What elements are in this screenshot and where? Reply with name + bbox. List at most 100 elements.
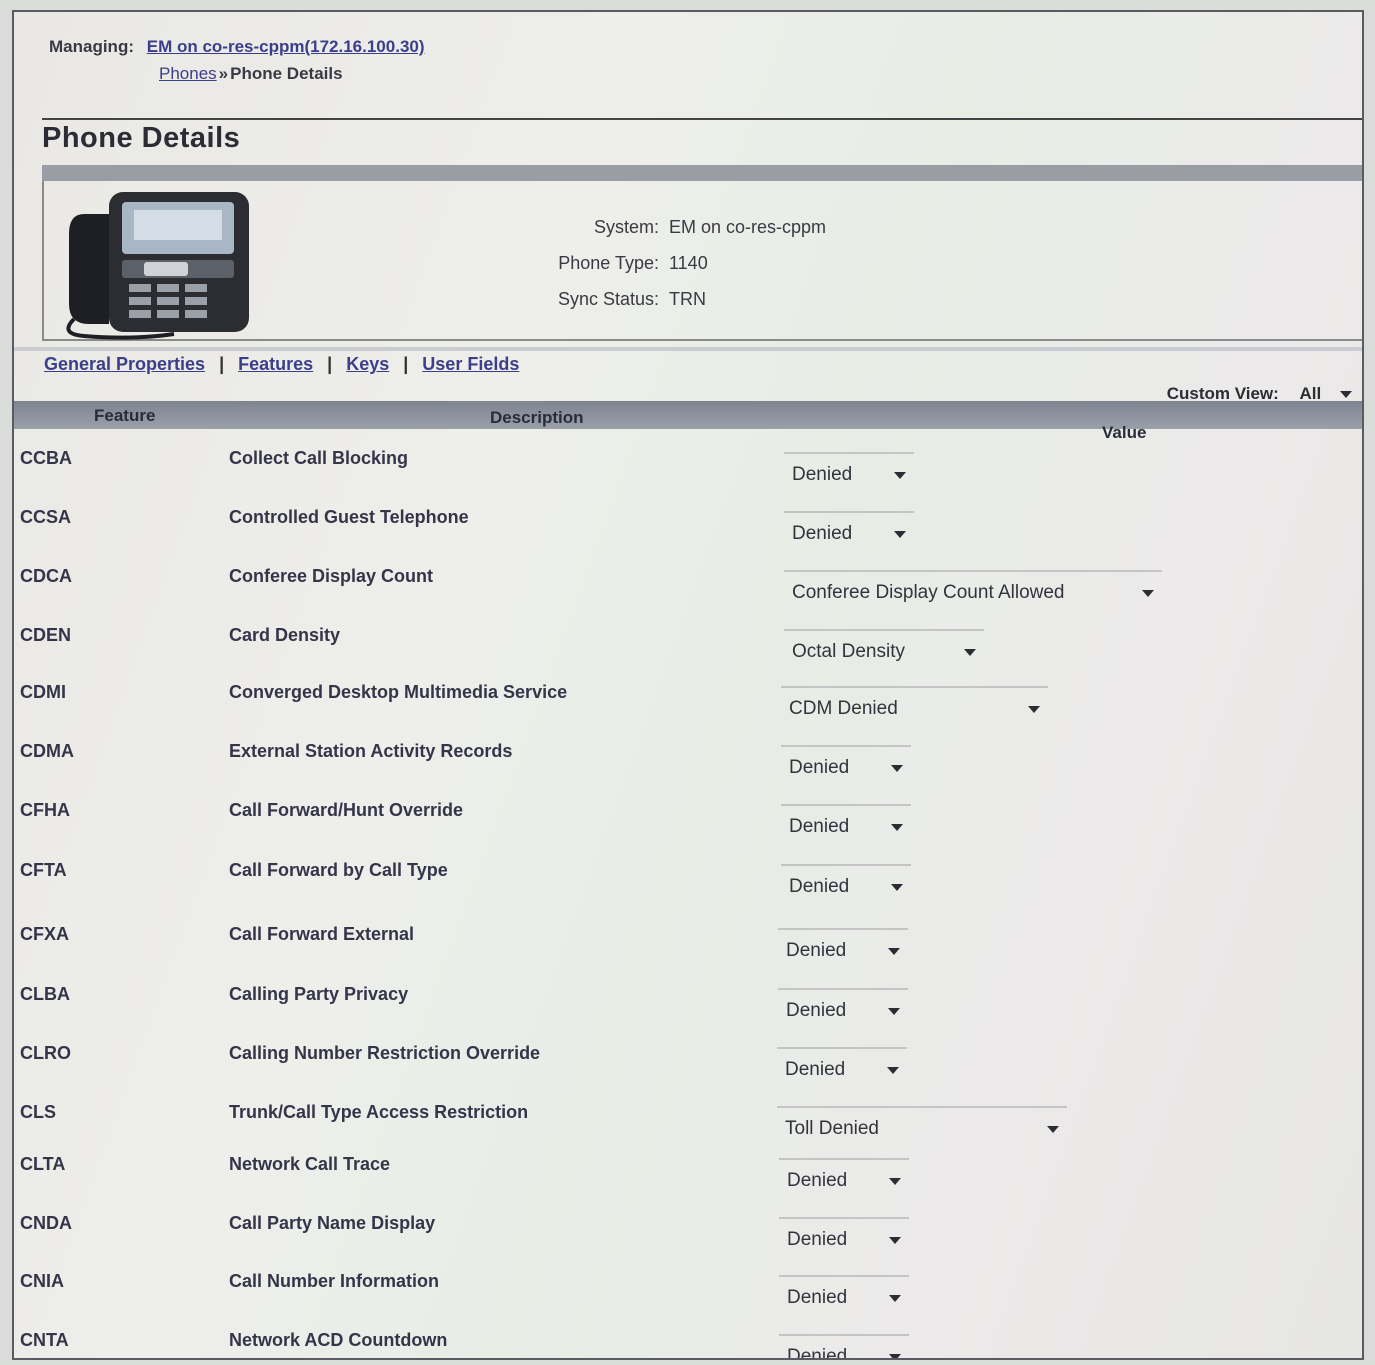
table-row: CLTA Network Call Trace Denied: [14, 1154, 1362, 1210]
chevron-down-icon: [1142, 590, 1154, 597]
sync-status-label: Sync Status:: [557, 289, 659, 309]
table-row: CCBA Collect Call Blocking Denied: [14, 448, 1362, 504]
chevron-down-icon: [891, 884, 903, 891]
feature-value: Denied: [789, 816, 850, 837]
feature-code: CLBA: [20, 984, 70, 1004]
feature-value: Denied: [787, 1170, 848, 1191]
feature-value-dropdown[interactable]: Denied: [779, 1334, 909, 1358]
table-row: CCSA Controlled Guest Telephone Denied: [14, 507, 1362, 563]
header-description: Description: [490, 408, 584, 427]
feature-value-dropdown[interactable]: Denied: [781, 804, 911, 838]
feature-value-dropdown[interactable]: Denied: [781, 864, 911, 898]
feature-value: Conferee Display Count Allowed: [792, 582, 1065, 603]
chevron-down-icon: [894, 531, 906, 538]
feature-value: Denied: [785, 1059, 846, 1080]
feature-value: Denied: [792, 464, 853, 485]
feature-description: Call Forward External: [229, 924, 415, 944]
feature-value: Denied: [792, 523, 853, 544]
table-row: CFTA Call Forward by Call Type Denied: [14, 860, 1362, 916]
chevron-down-icon: [889, 1178, 901, 1185]
feature-value-dropdown[interactable]: Denied: [784, 452, 914, 486]
sync-status-row: Sync Status: TRN: [499, 289, 706, 310]
table-row: CFHA Call Forward/Hunt Override Denied: [14, 800, 1362, 856]
tab-user-fields[interactable]: User Fields: [422, 354, 519, 374]
managing-line: Managing: EM on co-res-cppm(172.16.100.3…: [49, 37, 425, 57]
table-row: CDCA Conferee Display Count Conferee Displ…: [14, 566, 1362, 622]
managing-system-link[interactable]: EM on co-res-cppm(172.16.100.30): [147, 37, 425, 56]
feature-value: Octal Density: [792, 641, 905, 662]
feature-value: Toll Denied: [785, 1118, 879, 1139]
chevron-down-icon: [894, 472, 906, 479]
feature-value-dropdown[interactable]: Denied: [778, 928, 908, 962]
header-value: Value: [1102, 423, 1147, 442]
feature-description: Controlled Guest Telephone: [229, 507, 469, 527]
tab-keys[interactable]: Keys: [346, 354, 389, 374]
feature-code: CNIA: [20, 1271, 64, 1291]
table-row: CDEN Card Density Octal Density: [14, 625, 1362, 681]
breadcrumb-phones-link[interactable]: Phones: [159, 64, 217, 83]
feature-code: CDMI: [20, 682, 66, 702]
phone-type-label: Phone Type:: [558, 253, 659, 273]
system-row: System: EM on co-res-cppm: [499, 217, 826, 238]
feature-description: Network ACD Countdown: [229, 1330, 448, 1350]
feature-code: CLRO: [20, 1043, 71, 1063]
breadcrumb-separator: »: [218, 64, 229, 83]
feature-description: Card Density: [229, 625, 341, 645]
feature-code: CFHA: [20, 800, 70, 820]
phone-device-icon: [66, 192, 249, 340]
feature-value: Denied: [786, 1000, 847, 1021]
table-row: CNDA Call Party Name Display Denied: [14, 1213, 1362, 1269]
chevron-down-icon: [891, 824, 903, 831]
feature-value-dropdown[interactable]: Toll Denied: [777, 1106, 1067, 1140]
phone-type-row: Phone Type: 1140: [499, 253, 708, 274]
tab-general-properties[interactable]: General Properties: [44, 354, 205, 374]
feature-value: Denied: [789, 757, 850, 778]
chevron-down-icon: [889, 1237, 901, 1244]
tab-features[interactable]: Features: [238, 354, 313, 374]
feature-description: Call Forward/Hunt Override: [229, 800, 464, 820]
feature-code: CNTA: [20, 1330, 69, 1350]
feature-value-dropdown[interactable]: Denied: [784, 511, 914, 545]
system-value: EM on co-res-cppm: [669, 217, 827, 237]
chevron-down-icon: [888, 1008, 900, 1015]
table-row: CDMA External Station Activity Records Den…: [14, 741, 1362, 797]
feature-value-dropdown[interactable]: Denied: [779, 1158, 909, 1192]
chevron-down-icon: [1028, 706, 1040, 713]
phone-type-value: 1140: [669, 253, 708, 273]
feature-code: CLS: [20, 1102, 56, 1122]
feature-code: CCBA: [20, 448, 72, 468]
feature-description: Calling Number Restriction Override: [229, 1043, 541, 1063]
feature-code: CFTA: [20, 860, 67, 880]
table-header: Feature Description Value: [14, 401, 1362, 442]
table-row: CNTA Network ACD Countdown Denied: [14, 1330, 1362, 1358]
feature-code: CDMA: [20, 741, 74, 761]
feature-description: Call Number Information: [229, 1271, 440, 1291]
table-row: CDMI Converged Desktop Multimedia Service…: [14, 682, 1362, 738]
feature-description: Network Call Trace: [229, 1154, 391, 1174]
table-row: CLRO Calling Number Restriction Override D…: [14, 1043, 1362, 1099]
table-row: CFXA Call Forward External Denied: [14, 924, 1362, 980]
chevron-down-icon: [887, 1067, 899, 1074]
feature-code: CDCA: [20, 566, 72, 586]
feature-value-dropdown[interactable]: CDM Denied: [781, 686, 1048, 720]
page-title: Phone Details: [42, 122, 241, 154]
chevron-down-icon: [889, 1354, 901, 1358]
feature-value: Denied: [787, 1287, 848, 1308]
feature-code: CDEN: [20, 625, 72, 645]
feature-value-dropdown[interactable]: Denied: [779, 1275, 909, 1309]
header-feature: Feature: [94, 406, 156, 425]
feature-description: Call Party Name Display: [229, 1213, 436, 1233]
feature-value-dropdown[interactable]: Denied: [778, 988, 908, 1022]
feature-value-dropdown[interactable]: Denied: [779, 1217, 909, 1251]
feature-description: Calling Party Privacy: [229, 984, 409, 1004]
sync-status-value: TRN: [669, 289, 706, 309]
feature-value-dropdown[interactable]: Denied: [781, 745, 911, 779]
feature-description: Conferee Display Count: [229, 566, 434, 586]
chevron-down-icon: [1047, 1126, 1059, 1133]
feature-value-dropdown[interactable]: Denied: [777, 1047, 907, 1081]
chevron-down-icon: [964, 649, 976, 656]
feature-value-dropdown[interactable]: Octal Density: [784, 629, 984, 663]
breadcrumb-current: Phone Details: [230, 64, 343, 83]
feature-value-dropdown[interactable]: Conferee Display Count Allowed: [784, 570, 1162, 604]
chevron-down-icon: [891, 765, 903, 772]
